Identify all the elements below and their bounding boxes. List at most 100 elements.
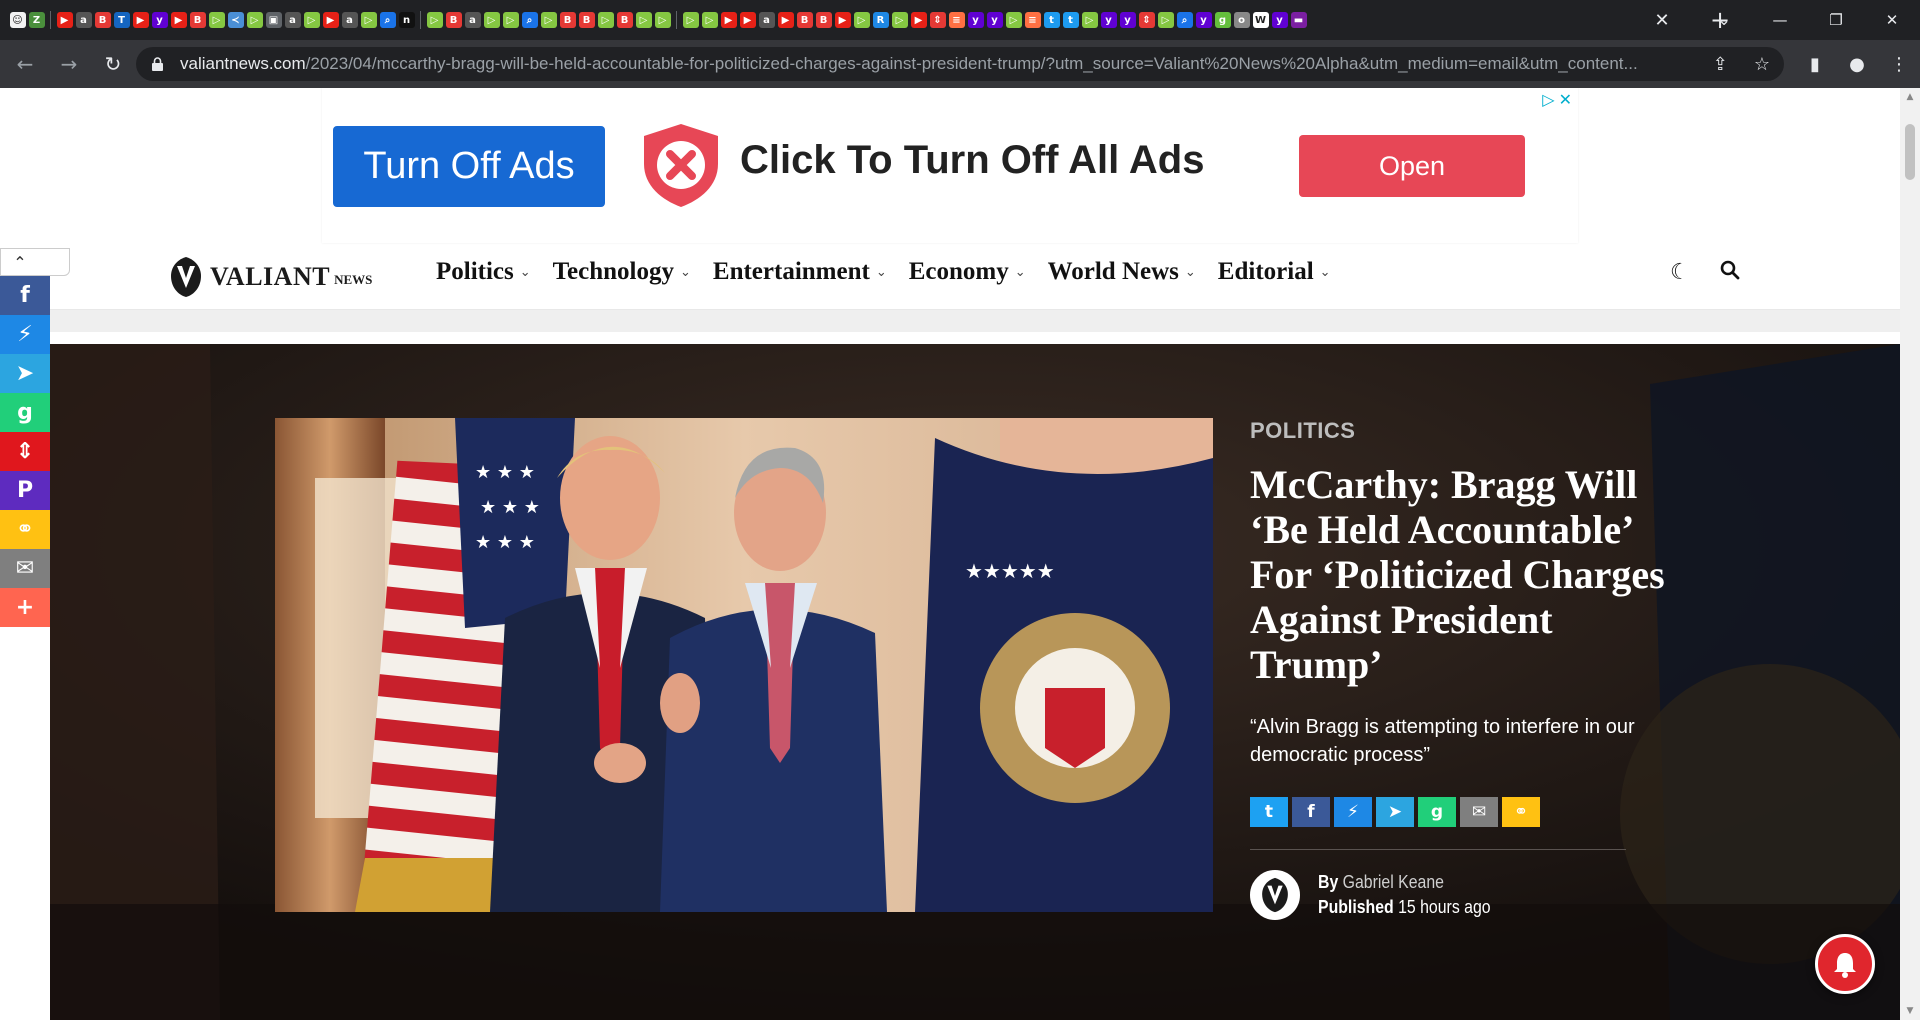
ap-icon[interactable]: ≺ [227, 12, 244, 28]
minimize-button[interactable]: — [1752, 0, 1808, 40]
email-share-button[interactable]: ✉ [1460, 797, 1498, 827]
w-icon[interactable]: W [1252, 12, 1269, 28]
notification-bell-button[interactable] [1815, 934, 1875, 994]
ap-icon[interactable]: a [758, 12, 775, 28]
close-tab-icon[interactable]: ✕ [1648, 6, 1676, 34]
gettr-icon[interactable]: ⇕ [1138, 12, 1155, 28]
yahoo-icon[interactable]: y [1271, 12, 1288, 28]
forward-icon[interactable]: → [50, 45, 88, 83]
menu-item-technology[interactable]: Technology ⌄ [553, 258, 691, 286]
menu-item-entertainment[interactable]: Entertainment ⌄ [713, 258, 887, 286]
zh-icon[interactable]: Z [28, 12, 45, 28]
youtube-icon[interactable]: ▶ [720, 12, 737, 28]
share-sidebar-collapse-button[interactable]: ⌃ [0, 248, 70, 276]
close-window-button[interactable]: ✕ [1864, 0, 1920, 40]
reload-icon[interactable]: ↻ [94, 45, 132, 83]
twitter-icon[interactable]: t [1062, 12, 1079, 28]
rumble-icon[interactable]: ▷ [540, 12, 557, 28]
rumble-icon[interactable]: ▷ [597, 12, 614, 28]
youtube-icon[interactable]: ▶ [56, 12, 73, 28]
back-icon[interactable]: ← [6, 45, 44, 83]
yahoo-icon[interactable]: y [151, 12, 168, 28]
ad-choices[interactable]: ▷ ✕ [1542, 90, 1572, 109]
yahoo-icon[interactable]: y [1195, 12, 1212, 28]
scroll-up-icon[interactable]: ▲ [1900, 88, 1920, 106]
rumble-icon[interactable]: ▷ [1157, 12, 1174, 28]
tab-search-icon[interactable]: ⌄ [1696, 0, 1752, 40]
site-logo[interactable]: VALIANT NEWS [170, 256, 372, 298]
g-icon[interactable]: g [1214, 12, 1231, 28]
rumble-icon[interactable]: ▷ [360, 12, 377, 28]
messenger-share-button[interactable]: ⚡ [1334, 797, 1372, 827]
share-messenger-button[interactable]: ⚡ [0, 315, 50, 354]
ad-banner[interactable]: ▷ ✕ Turn Off Ads Click To Turn Off All A… [322, 88, 1578, 243]
r-icon[interactable]: R [872, 12, 889, 28]
youtube-icon[interactable]: ▶ [777, 12, 794, 28]
purple-icon[interactable]: ▬ [1290, 12, 1307, 28]
share-icon[interactable]: ⇪ [1713, 54, 1728, 75]
share-facebook-button[interactable]: f [0, 276, 50, 315]
profile-icon[interactable]: ● [1842, 49, 1872, 79]
grinning-face-icon[interactable]: ☺ [9, 12, 26, 28]
gettr-icon[interactable]: ⇕ [929, 12, 946, 28]
youtube-icon[interactable]: ▶ [132, 12, 149, 28]
share-more-button[interactable]: + [0, 588, 50, 627]
rumble-icon[interactable]: ▷ [1005, 12, 1022, 28]
bookmark-star-icon[interactable]: ☆ [1754, 54, 1770, 75]
lock-icon[interactable] [150, 57, 164, 71]
search-icon[interactable]: ⌕ [521, 12, 538, 28]
b-icon[interactable]: B [796, 12, 813, 28]
dark-mode-moon-icon[interactable]: ☾ [1670, 260, 1690, 286]
ad-close-icon[interactable]: ✕ [1559, 90, 1572, 109]
facebook-share-button[interactable]: f [1292, 797, 1330, 827]
share-gab-button[interactable]: g [0, 393, 50, 432]
b-icon[interactable]: B [559, 12, 576, 28]
article-headline[interactable]: McCarthy: Bragg Will ‘Be Held Accountabl… [1250, 462, 1670, 687]
article-category[interactable]: POLITICS [1250, 418, 1670, 444]
youtube-icon[interactable]: ▶ [322, 12, 339, 28]
ap-icon[interactable]: a [464, 12, 481, 28]
share-telegram-button[interactable]: ➤ [0, 354, 50, 393]
rumble-icon[interactable]: ▷ [483, 12, 500, 28]
youtube-icon[interactable]: ▶ [170, 12, 187, 28]
search-icon[interactable]: ⌕ [379, 12, 396, 28]
menu-item-economy[interactable]: Economy ⌄ [909, 258, 1026, 286]
scroll-down-icon[interactable]: ▼ [1900, 1002, 1920, 1020]
rumble-icon[interactable]: ▷ [701, 12, 718, 28]
menu-item-editorial[interactable]: Editorial ⌄ [1218, 258, 1331, 286]
ap-icon[interactable]: a [75, 12, 92, 28]
rumble-icon[interactable]: ▷ [303, 12, 320, 28]
author-avatar[interactable] [1250, 870, 1300, 920]
url-text[interactable]: valiantnews.com/2023/04/mccarthy-bragg-w… [180, 54, 1720, 74]
flag-icon[interactable]: ≡ [1024, 12, 1041, 28]
rumble-icon[interactable]: ▷ [426, 12, 443, 28]
t-icon[interactable]: T [113, 12, 130, 28]
side-panel-icon[interactable]: ▮ [1800, 49, 1830, 79]
ad-headline[interactable]: Click To Turn Off All Ads [740, 138, 1204, 183]
article-featured-image[interactable]: ★ ★ ★ ★ ★ ★ ★ ★ ★ ★★★★★ [275, 418, 1213, 912]
rumble-icon[interactable]: ▷ [246, 12, 263, 28]
yahoo-icon[interactable]: y [1100, 12, 1117, 28]
b-icon[interactable]: B [189, 12, 206, 28]
b-icon[interactable]: B [578, 12, 595, 28]
ap-icon[interactable]: a [341, 12, 358, 28]
ad-open-button[interactable]: Open [1299, 135, 1525, 197]
turn-off-ads-button[interactable]: Turn Off Ads [333, 126, 605, 207]
share-gettr-button[interactable]: ⇕ [0, 432, 50, 471]
youtube-icon[interactable]: ▶ [910, 12, 927, 28]
share-parler-button[interactable]: P [0, 471, 50, 510]
ap-icon[interactable]: a [284, 12, 301, 28]
ad-choices-play-icon[interactable]: ▷ [1542, 90, 1554, 109]
youtube-icon[interactable]: ▶ [834, 12, 851, 28]
yahoo-icon[interactable]: y [1119, 12, 1136, 28]
rumble-icon[interactable]: ▷ [208, 12, 225, 28]
yahoo-icon[interactable]: y [986, 12, 1003, 28]
copy-link-share-button[interactable]: ⚭ [1502, 797, 1540, 827]
b-icon[interactable]: B [445, 12, 462, 28]
rumble-icon[interactable]: ▷ [682, 12, 699, 28]
o-icon[interactable]: o [1233, 12, 1250, 28]
share-email-button[interactable]: ✉ [0, 549, 50, 588]
telegram-share-button[interactable]: ➤ [1376, 797, 1414, 827]
b-icon[interactable]: B [94, 12, 111, 28]
twitter-icon[interactable]: t [1043, 12, 1060, 28]
